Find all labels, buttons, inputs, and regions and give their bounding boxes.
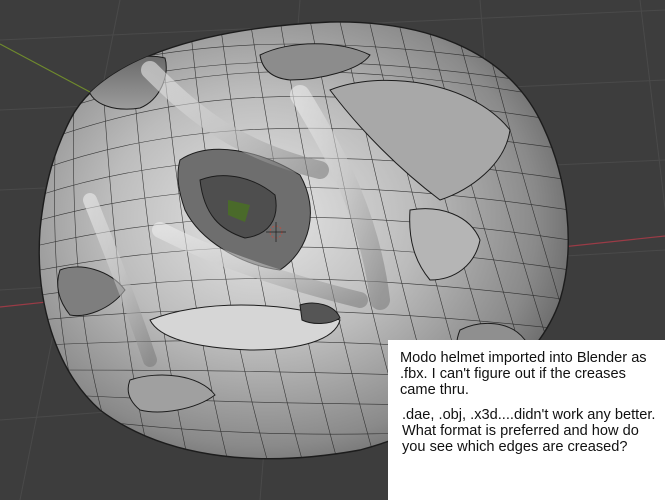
annotation-paragraph-2: .dae, .obj, .x3d....didn't work any bett… (402, 407, 656, 455)
y-axis-line (0, 43, 91, 93)
annotation-paragraph-1: Modo helmet imported into Blender as .fb… (400, 350, 647, 398)
3d-viewport[interactable]: Modo helmet imported into Blender as .fb… (0, 0, 665, 500)
annotation-box: Modo helmet imported into Blender as .fb… (388, 340, 665, 500)
